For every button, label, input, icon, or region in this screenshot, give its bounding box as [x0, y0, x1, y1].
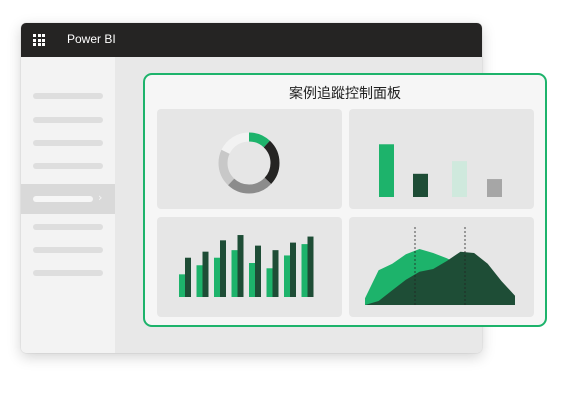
- bar: [266, 268, 273, 297]
- bar: [185, 257, 191, 297]
- dashboard-title: 案例追蹤控制面板: [289, 86, 401, 102]
- bar: [379, 144, 394, 197]
- bar: [196, 265, 203, 297]
- bar: [452, 161, 467, 197]
- bar: [255, 245, 261, 297]
- tile-grouped-bar[interactable]: [157, 217, 342, 317]
- donut-chart: [218, 132, 280, 194]
- bar: [214, 257, 220, 297]
- tile-donut[interactable]: [157, 109, 342, 209]
- bar: [301, 244, 308, 297]
- sidebar: ›: [21, 57, 115, 353]
- grouped-bar-chart: [179, 235, 314, 297]
- bar: [179, 274, 185, 297]
- tile-area[interactable]: [349, 217, 534, 317]
- area-chart: [365, 227, 515, 305]
- sidebar-item[interactable]: [33, 224, 103, 230]
- title-bar: Power BI: [21, 23, 482, 57]
- sidebar-item[interactable]: [33, 163, 103, 169]
- sidebar-item[interactable]: [33, 247, 103, 253]
- waffle-grid-icon[interactable]: [33, 34, 45, 46]
- sidebar-item[interactable]: [33, 270, 103, 276]
- bar: [237, 235, 244, 297]
- sidebar-item-selected[interactable]: ›: [21, 184, 115, 214]
- sidebar-item[interactable]: [33, 117, 103, 123]
- bar-chart: [379, 144, 502, 197]
- sidebar-item[interactable]: [33, 93, 103, 99]
- sidebar-item[interactable]: [33, 140, 103, 146]
- bar: [307, 236, 314, 297]
- bar: [290, 242, 296, 297]
- bar: [413, 173, 428, 197]
- app-title: Power BI: [67, 32, 116, 46]
- tile-bar[interactable]: [349, 109, 534, 209]
- dashboard-panel: 案例追蹤控制面板: [143, 73, 547, 327]
- bar: [231, 250, 238, 297]
- sidebar-item-selected-bar: [33, 196, 93, 202]
- bar: [284, 255, 290, 297]
- bar: [272, 250, 279, 297]
- bar: [220, 240, 226, 297]
- bar: [202, 251, 209, 297]
- chevron-right-icon: ›: [98, 191, 103, 204]
- bar: [249, 263, 255, 297]
- bar: [487, 179, 502, 197]
